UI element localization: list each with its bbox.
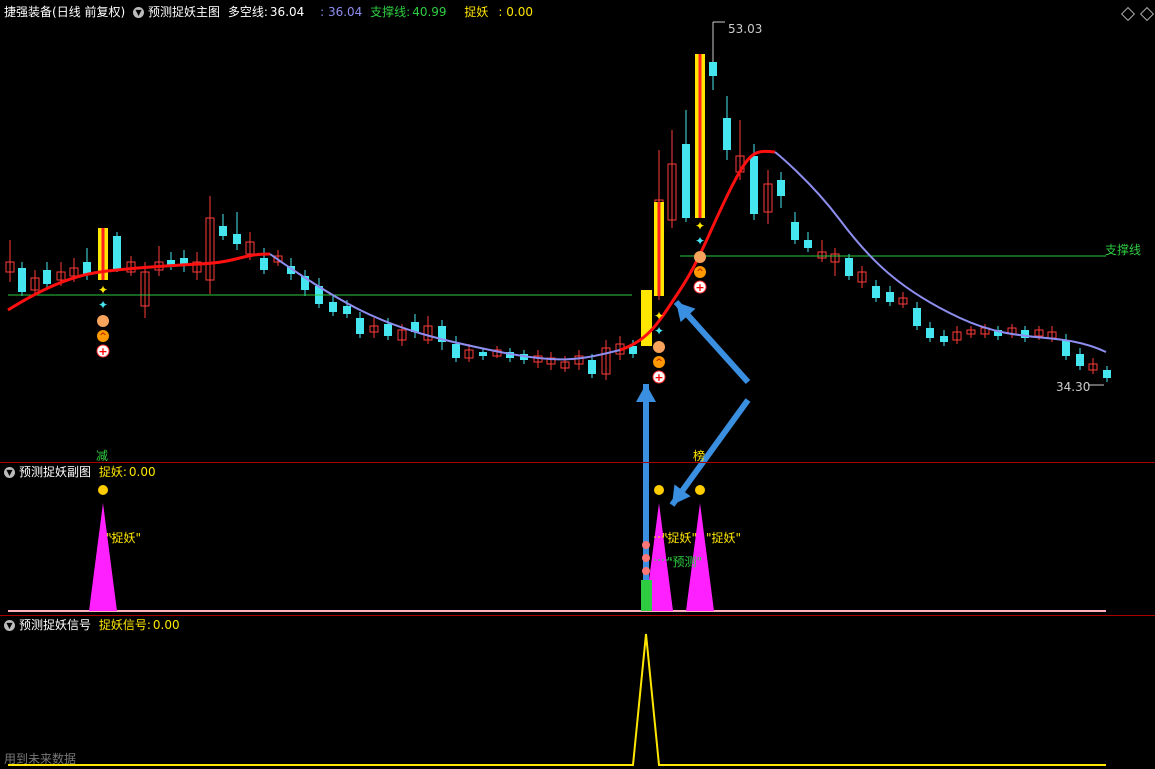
chart-canvas: ✦✦^+✦✦^+✦✦^+ xyxy=(5,21,1111,766)
sub1-menu-icon[interactable]: ▼ xyxy=(4,467,15,478)
candle-body xyxy=(926,328,934,338)
future-data-warning: 用到未来数据 xyxy=(4,752,77,766)
candle-body xyxy=(777,180,785,196)
pane-separator xyxy=(0,615,1155,616)
plus-glyph: + xyxy=(695,281,704,294)
signal-candle-stripe xyxy=(698,54,702,218)
sub1-annotation: "捉妖" xyxy=(662,531,698,545)
sub1-dot xyxy=(98,485,108,495)
sub1-tag-right: 榜 xyxy=(693,449,706,463)
ma-blue-line xyxy=(269,253,621,361)
candle-body xyxy=(709,62,717,76)
sub1-pane-header: ▼ 预测捉妖副图 捉妖: 0.00 xyxy=(4,464,160,480)
butterfly-icon: ✦ xyxy=(695,234,705,248)
butterfly-icon: ✦ xyxy=(654,309,664,323)
sub2-menu-icon[interactable]: ▼ xyxy=(4,620,15,631)
candle-body xyxy=(343,306,351,314)
sub2-label: 捉妖信号: xyxy=(98,618,151,632)
candle-body xyxy=(356,318,364,334)
annotation-arrowhead xyxy=(636,384,656,402)
sub1-spike xyxy=(89,503,117,611)
main-candles-layer xyxy=(5,21,1111,386)
sub1-small-icon xyxy=(642,567,650,575)
candle-body xyxy=(479,352,487,356)
candle-body xyxy=(452,344,460,358)
candle-body xyxy=(682,144,690,218)
candle-body xyxy=(750,156,758,214)
pane-separator xyxy=(0,462,1155,463)
candle-body xyxy=(940,336,948,342)
candle-body xyxy=(384,324,392,336)
candle-body xyxy=(886,292,894,302)
sub2-value: 0.00 xyxy=(152,618,180,632)
sub1-annotation: "捉妖" xyxy=(706,531,742,545)
candle-body xyxy=(872,286,880,298)
butterfly-icon: ✦ xyxy=(654,324,664,338)
annotation-arrow xyxy=(669,398,751,507)
candle-body xyxy=(804,240,812,248)
low-price-label: 34.30 xyxy=(1056,380,1091,394)
butterfly-icon: ✦ xyxy=(98,298,108,312)
sub2-formula-name[interactable]: 预测捉妖信号 xyxy=(19,618,91,632)
sub1-green-bar xyxy=(641,580,652,611)
signal-candle-stripe xyxy=(657,202,661,296)
candle-body xyxy=(588,360,596,374)
candle-body xyxy=(913,308,921,326)
sub1-dot xyxy=(654,485,664,495)
plus-glyph: + xyxy=(654,371,663,384)
stock-chart-window: 捷强装备(日线 前复权) ▼ 预测捉妖主图 多空线: 36.04 : 36.04 支… xyxy=(0,0,1155,769)
up-chevron-glyph: ^ xyxy=(655,358,663,368)
sub1-small-icon xyxy=(642,554,650,562)
up-chevron-glyph: ^ xyxy=(99,332,107,342)
candle-body xyxy=(260,258,268,270)
candle-body xyxy=(18,268,26,292)
sub1-dot xyxy=(695,485,705,495)
sub1-label: 捉妖: xyxy=(98,465,127,479)
sub1-value: 0.00 xyxy=(128,465,156,479)
face-icon xyxy=(97,315,109,327)
candle-body xyxy=(43,270,51,284)
sub1-small-icon xyxy=(642,541,650,549)
candle-body xyxy=(113,236,121,270)
candle-body xyxy=(845,258,853,276)
face-icon xyxy=(694,251,706,263)
support-line-label: 支撑线 xyxy=(1105,243,1142,257)
candle-body xyxy=(1103,370,1111,378)
sub2-pane-header: ▼ 预测捉妖信号 捉妖信号: 0.00 xyxy=(4,617,184,633)
butterfly-icon: ✦ xyxy=(695,219,705,233)
overlay-layer: ✦✦^+✦✦^+✦✦^+ xyxy=(8,219,1106,766)
butterfly-icon: ✦ xyxy=(98,283,108,297)
sub1-annotation: "预测" xyxy=(667,555,703,569)
high-price-label: 53.03 xyxy=(728,22,763,36)
candle-body xyxy=(723,118,731,150)
up-chevron-glyph: ^ xyxy=(696,268,704,278)
candle-body xyxy=(83,262,91,274)
candle-body xyxy=(1062,340,1070,356)
sub1-annotation: "捉妖" xyxy=(106,531,142,545)
sub1-formula-name[interactable]: 预测捉妖副图 xyxy=(19,465,91,479)
face-icon xyxy=(653,341,665,353)
candle-body xyxy=(219,226,227,236)
candle-body xyxy=(1076,354,1084,366)
candle-body xyxy=(791,222,799,240)
plus-glyph: + xyxy=(98,345,107,358)
sub2-signal-line xyxy=(8,633,1106,766)
candle-body xyxy=(329,302,337,312)
candle-body xyxy=(233,234,241,244)
sub1-tag-left: 减 xyxy=(96,449,109,463)
